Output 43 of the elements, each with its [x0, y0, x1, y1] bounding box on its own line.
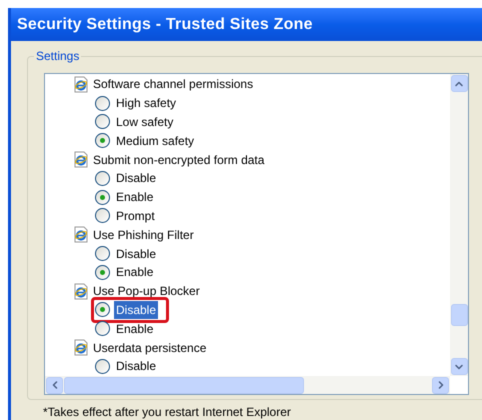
- radio-button[interactable]: [95, 264, 110, 280]
- setting-heading: Userdata persistence: [93, 340, 206, 357]
- option-label[interactable]: Medium safety: [114, 132, 196, 150]
- scroll-thumb[interactable]: [64, 376, 304, 394]
- option-label[interactable]: Disable: [114, 169, 158, 188]
- browser-icon: [73, 226, 89, 244]
- browser-icon: [73, 76, 89, 93]
- radio-button[interactable]: [95, 208, 110, 224]
- option-label[interactable]: Disable: [114, 300, 158, 319]
- vertical-scrollbar[interactable]: [450, 74, 468, 376]
- option-label[interactable]: Disable: [114, 357, 158, 376]
- setting-heading: Use Pop-up Blocker: [93, 283, 200, 300]
- group-label: Settings: [34, 48, 82, 64]
- radio-button[interactable]: [95, 96, 110, 111]
- scroll-thumb[interactable]: [450, 304, 468, 326]
- window-title: Security Settings - Trusted Sites Zone: [17, 14, 313, 34]
- radio-button[interactable]: [95, 246, 110, 262]
- browser-icon: [73, 151, 89, 168]
- horizontal-scrollbar[interactable]: [45, 376, 450, 394]
- setting-heading: Software channel permissions: [93, 76, 254, 94]
- scroll-arrow-button[interactable]: [432, 376, 449, 394]
- option-label[interactable]: Enable: [114, 263, 156, 282]
- option-label[interactable]: High safety: [114, 94, 178, 112]
- option-label[interactable]: Enable: [114, 188, 156, 206]
- radio-button[interactable]: [95, 321, 110, 336]
- radio-button[interactable]: [95, 302, 110, 318]
- radio-button[interactable]: [95, 358, 110, 374]
- radio-button[interactable]: [95, 114, 110, 130]
- option-label[interactable]: Prompt: [114, 206, 157, 225]
- setting-heading: Submit non-encrypted form data: [93, 152, 264, 169]
- radio-button[interactable]: [95, 190, 110, 205]
- scroll-arrow-button[interactable]: [450, 75, 468, 92]
- option-label[interactable]: Low safety: [114, 112, 176, 131]
- scroll-arrow-button[interactable]: [450, 358, 468, 375]
- setting-heading: Use Phishing Filter: [93, 226, 194, 244]
- browser-icon: [73, 282, 89, 300]
- footnote: *Takes effect after you restart Internet Explorer: [42, 404, 292, 420]
- option-label[interactable]: Enable: [114, 320, 156, 338]
- browser-icon: [73, 339, 89, 356]
- scroll-arrow-button[interactable]: [46, 376, 63, 394]
- option-label[interactable]: Disable: [114, 244, 158, 263]
- radio-button[interactable]: [95, 170, 110, 186]
- radio-button[interactable]: [95, 133, 110, 148]
